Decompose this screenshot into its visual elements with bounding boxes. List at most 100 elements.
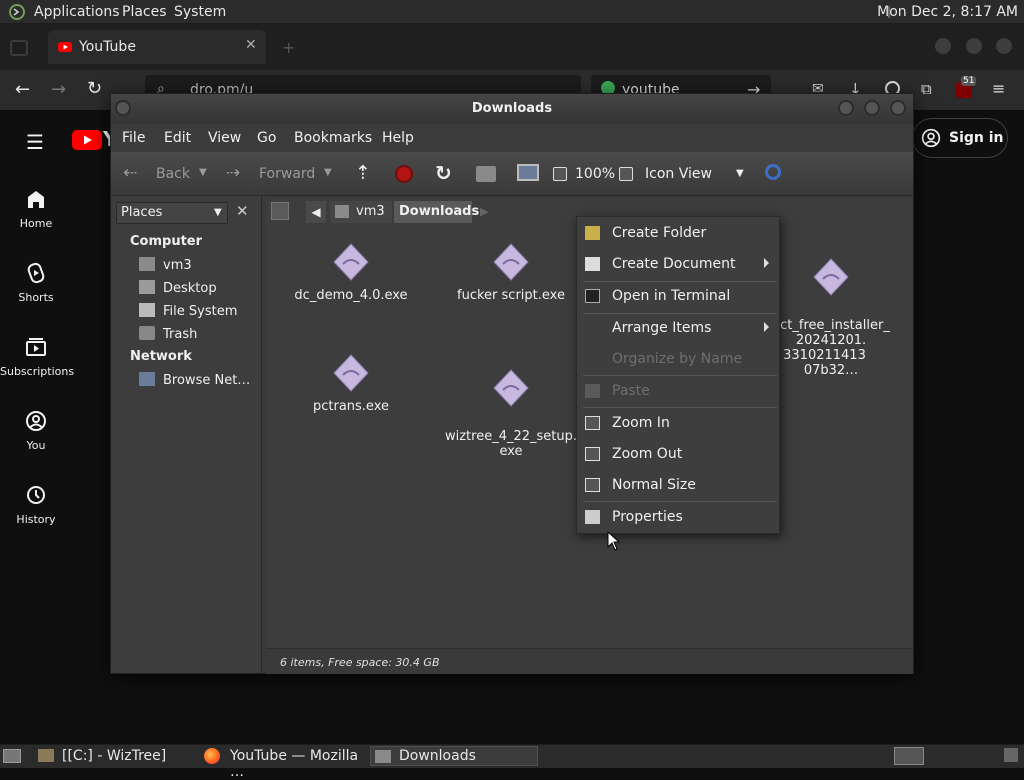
taskbar-item-firefox[interactable]: YouTube — Mozilla … [200,746,368,780]
zoom-out-icon [585,447,600,461]
file-item[interactable]: pctrans.exe [281,353,421,414]
edit-location-icon[interactable] [271,202,289,220]
you-icon [26,411,46,431]
extensions-icon[interactable]: ⧉ [921,80,932,98]
forward-button[interactable]: Forward [259,166,315,182]
new-tab-icon[interactable]: + [282,38,295,57]
yt-nav-home[interactable]: Home [0,187,72,230]
yt-nav-label: Shorts [18,291,54,304]
hamburger-menu-icon[interactable]: ☰ [26,130,44,154]
tab-overview-icon[interactable] [10,40,28,56]
reload-icon[interactable]: ↻ [435,161,452,185]
tree-header-computer: Computer [130,234,203,249]
workspace-switcher-icon[interactable] [894,747,924,765]
taskbar-item-downloads[interactable]: Downloads [370,746,538,766]
applications-menu[interactable]: Applications [34,4,120,20]
tree-item-browse-network[interactable]: Browse Net… [139,372,250,388]
path-segment-downloads[interactable]: Downloads [394,201,479,223]
tree-item-vm3[interactable]: vm3 [139,257,192,273]
path-scroll-left-icon[interactable]: ◀ [306,201,326,223]
window-titlebar[interactable]: Downloads [111,94,913,124]
menu-bookmarks[interactable]: Bookmarks [294,130,372,146]
zoom-level[interactable]: 100% [575,166,615,182]
file-item[interactable]: oct_free_installer_ 20241201. 3310211413… [761,242,901,378]
window-title: Downloads [471,101,553,116]
menu-edit[interactable]: Edit [164,130,191,146]
menu-help[interactable]: Help [382,130,414,146]
maximize-browser-icon[interactable] [966,38,982,54]
search-icon[interactable] [765,164,781,180]
close-window-icon[interactable] [890,100,906,116]
forward-icon[interactable]: → [51,79,66,100]
back-arrow-icon[interactable]: ⇠ [123,163,137,183]
menu-item-organize-by-name[interactable]: Organize by Name [577,345,779,373]
view-mode-chevron-icon[interactable]: ▼ [736,168,744,179]
zoom-in-icon[interactable] [619,167,633,181]
menu-item-open-terminal[interactable]: Open in Terminal [577,282,779,310]
menu-item-zoom-in[interactable]: Zoom In [577,409,779,437]
file-item[interactable]: fucker script.exe [441,242,581,303]
menu-separator [583,375,777,376]
forward-history-chevron-icon[interactable]: ▼ [324,167,332,178]
tab-youtube[interactable]: YouTube ✕ [48,30,266,64]
side-pane-combo-label: Places [121,205,163,220]
maximize-window-icon[interactable] [864,100,880,116]
yt-nav-shorts[interactable]: Shorts [0,261,72,304]
forward-arrow-icon[interactable]: ⇢ [226,163,240,183]
menu-view[interactable]: View [208,130,241,146]
distro-logo-icon[interactable] [9,4,25,20]
ublock-badge: 51 [961,76,977,86]
menu-item-properties[interactable]: Properties [577,503,779,531]
browser-menu-icon[interactable]: ≡ [992,79,1005,98]
menu-item-create-document[interactable]: Create Document [577,250,779,278]
side-pane-combo[interactable]: Places ▼ [116,202,228,224]
executable-file-icon [333,354,369,392]
up-icon[interactable]: ⇡ [355,162,371,184]
view-mode-select[interactable]: Icon View [645,166,712,182]
trash-applet-icon[interactable] [1004,748,1018,762]
close-side-pane-icon[interactable]: ✕ [236,202,249,220]
yt-nav-you[interactable]: You [0,409,72,452]
tree-item-desktop[interactable]: Desktop [139,280,217,296]
path-segment-vm3[interactable]: vm3 [330,201,392,223]
show-desktop-icon[interactable] [3,749,21,763]
taskbar-item-wiztree[interactable]: [[C:] - WizTree] [34,746,196,766]
menu-item-paste[interactable]: Paste [577,377,779,405]
menu-item-normal-size[interactable]: Normal Size [577,471,779,499]
file-item[interactable]: dc_demo_4.0.exe [281,242,421,303]
back-history-chevron-icon[interactable]: ▼ [199,167,207,178]
menu-item-create-folder[interactable]: Create Folder [577,219,779,247]
menu-item-zoom-out[interactable]: Zoom Out [577,440,779,468]
reload-icon[interactable]: ↻ [87,78,102,99]
file-item[interactable]: wiztree_4_22_setup. exe [441,353,581,459]
clock[interactable]: Mon Dec 2, 8:17 AM [877,4,1018,20]
yt-nav-subscriptions[interactable]: Subscriptions [0,335,74,378]
zoom-out-icon[interactable] [553,167,567,181]
path-scroll-right-icon[interactable]: ▶ [480,205,488,218]
back-button[interactable]: Back [156,166,190,182]
youtube-logo[interactable] [72,130,102,154]
system-menu[interactable]: System [174,4,226,20]
minimize-window-icon[interactable] [838,100,854,116]
yt-nav-history[interactable]: History [0,483,72,526]
minimize-browser-icon[interactable] [935,38,951,54]
places-menu[interactable]: Places [122,4,167,20]
stop-icon[interactable] [395,165,413,183]
firefox-icon [204,748,220,764]
sign-in-button[interactable]: Sign in [912,118,1008,158]
tree-item-file-system[interactable]: File System [139,303,237,319]
menu-separator [583,407,777,408]
computer-icon[interactable] [517,164,539,181]
close-browser-icon[interactable] [996,38,1012,54]
home-folder-icon[interactable] [476,166,496,182]
menu-go[interactable]: Go [257,130,276,146]
menu-file[interactable]: File [122,130,145,146]
taskbar-item-label: YouTube — Mozilla … [230,748,359,780]
back-icon[interactable]: ← [15,79,30,100]
top-panel: Applications Places System Mon Dec 2, 8:… [0,0,1024,24]
tree-item-trash[interactable]: Trash [139,326,197,342]
tree-item-label: File System [163,304,238,319]
menu-item-label: Zoom In [612,415,670,431]
menu-item-arrange-items[interactable]: Arrange Items [577,314,779,342]
close-tab-icon[interactable]: ✕ [245,37,257,53]
